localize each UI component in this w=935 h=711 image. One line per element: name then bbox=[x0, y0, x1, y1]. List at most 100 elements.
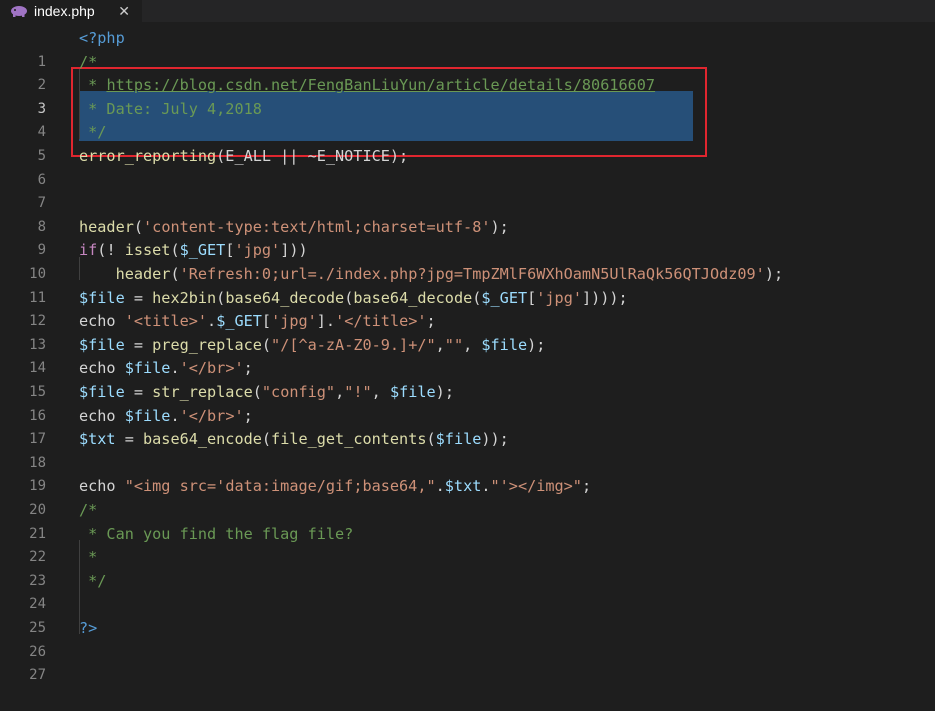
string: '</br>' bbox=[179, 406, 244, 425]
comment: */ bbox=[79, 571, 107, 590]
punct: [ bbox=[527, 288, 537, 307]
function-name: str_replace bbox=[152, 383, 253, 401]
code-line-8: 8 bbox=[0, 192, 935, 235]
variable: $_GET bbox=[179, 241, 226, 260]
punct: , bbox=[371, 383, 390, 401]
punct: ); bbox=[490, 217, 509, 236]
code-line-20: 20 echo "<img src='data:image/gif;base64… bbox=[0, 475, 935, 518]
code-line-9: 9 header('content-type:text/html;charset… bbox=[0, 216, 935, 259]
line-number: 27 bbox=[29, 667, 46, 684]
string: "!" bbox=[344, 383, 372, 401]
code-line-15: 15 echo $file.'</br>'; bbox=[0, 357, 935, 400]
punct: , bbox=[335, 383, 345, 401]
function-name: header bbox=[79, 217, 134, 236]
comment-url-link[interactable]: https://blog.csdn.net/FengBanLiuYun/arti… bbox=[106, 76, 655, 94]
variable: $_GET bbox=[216, 312, 262, 331]
punct: = bbox=[124, 335, 153, 354]
punct: [ bbox=[261, 312, 272, 331]
variable: $file bbox=[435, 430, 482, 449]
punct: ( bbox=[133, 217, 144, 236]
string: 'jpg' bbox=[234, 241, 281, 260]
code-line-12: 12 $file = hex2bin(base64_decode(base64_… bbox=[0, 287, 935, 330]
function-name: preg_replace bbox=[152, 335, 262, 354]
punct: ]))); bbox=[581, 288, 628, 307]
close-tab-icon[interactable]: ✕ bbox=[118, 3, 130, 20]
code-line-16: 16 $file = str_replace("config","!", $fi… bbox=[0, 381, 935, 424]
code-line-24: 24 */ bbox=[0, 570, 935, 613]
code-line-7: 7 bbox=[0, 169, 935, 211]
code-line-2: 2 /* bbox=[0, 51, 935, 94]
code-line-23: 23 * bbox=[0, 546, 935, 589]
function-name: error_reporting bbox=[79, 147, 217, 165]
code-line-22: 22 * Can you find the flag file? bbox=[0, 523, 935, 566]
punct: ; bbox=[581, 477, 592, 496]
variable: $_GET bbox=[481, 288, 528, 307]
code-line-3: 3 * https://blog.csdn.net/FengBanLiuYun/… bbox=[0, 74, 935, 117]
code-line-4: 4 * Date: July 4,2018 bbox=[0, 98, 935, 141]
string: '<title>' bbox=[124, 312, 208, 331]
code-line-6: 6 error_reporting(E_ALL || ~E_NOTICE); bbox=[0, 145, 935, 188]
punct: ( bbox=[170, 241, 180, 260]
punct: ]. bbox=[316, 312, 336, 331]
punct: ; bbox=[243, 406, 253, 425]
punct: . bbox=[170, 406, 180, 425]
punct: . bbox=[481, 477, 491, 496]
comment: * bbox=[79, 548, 98, 567]
punct: ( bbox=[344, 288, 354, 307]
string: '</title>' bbox=[335, 312, 427, 331]
code-line-25: 25 bbox=[0, 593, 935, 636]
code-line-26: 26 ?> bbox=[0, 617, 935, 660]
variable: $txt bbox=[444, 477, 482, 496]
keyword: echo bbox=[79, 359, 116, 378]
comment: /* bbox=[79, 501, 98, 519]
tab-index-php[interactable]: index.php ✕ bbox=[0, 0, 142, 22]
punct: ); bbox=[764, 265, 784, 283]
punct: ); bbox=[527, 335, 546, 354]
punct: ])) bbox=[280, 241, 308, 260]
php-open-tag: <?php bbox=[79, 29, 125, 47]
code-line-27: 27 bbox=[0, 641, 935, 683]
string: "/[^a-zA-Z0-9.]+/" bbox=[271, 335, 436, 354]
variable: $file bbox=[124, 406, 171, 425]
variable: $file bbox=[481, 335, 528, 354]
string: "'></img>" bbox=[490, 477, 582, 496]
string: "config" bbox=[261, 383, 336, 401]
string: 'jpg' bbox=[536, 288, 582, 307]
php-elephant-icon bbox=[11, 6, 27, 17]
punct: ); bbox=[435, 383, 454, 401]
variable: $file bbox=[79, 288, 125, 307]
code-line-10: 10 if(! isset($_GET['jpg'])) bbox=[0, 239, 935, 282]
function-name: base64_encode bbox=[143, 430, 262, 449]
code-editor[interactable]: 1 <?php 2 /* 3 * https://blog.csdn.net/F… bbox=[0, 22, 935, 683]
code-line-18: 18 $txt = base64_encode(file_get_content… bbox=[0, 428, 935, 471]
code-line-17: 17 echo $file.'</br>'; bbox=[0, 405, 935, 448]
keyword: echo bbox=[79, 406, 116, 425]
code-line-21: 21 /* bbox=[0, 499, 935, 542]
punct: (! bbox=[97, 241, 125, 260]
punct: ( bbox=[261, 335, 272, 354]
string: 'jpg' bbox=[271, 312, 317, 331]
comment: * Can you find the flag file? bbox=[79, 524, 354, 543]
punct: . bbox=[435, 477, 445, 496]
code-line-13: 13 echo '<title>'.$_GET['jpg'].'</title>… bbox=[0, 310, 935, 353]
variable: $file bbox=[389, 383, 436, 401]
punct: )); bbox=[481, 430, 509, 449]
code-line-19: 19 bbox=[0, 452, 935, 494]
code-text: (E_ALL || ~E_NOTICE); bbox=[216, 147, 409, 165]
comment: * bbox=[79, 76, 107, 95]
function-name: hex2bin bbox=[152, 288, 217, 307]
code-line-1: 1 <?php bbox=[0, 27, 935, 70]
punct: . bbox=[207, 312, 217, 331]
keyword: if bbox=[79, 241, 98, 260]
function-name: isset bbox=[124, 241, 171, 260]
function-name: base64_decode bbox=[353, 288, 473, 307]
punct: = bbox=[124, 288, 153, 307]
function-name: header bbox=[115, 265, 171, 283]
variable: $file bbox=[79, 335, 125, 354]
punct: = bbox=[124, 383, 153, 401]
string: "<img src='data:image/gif;base64," bbox=[124, 477, 436, 496]
